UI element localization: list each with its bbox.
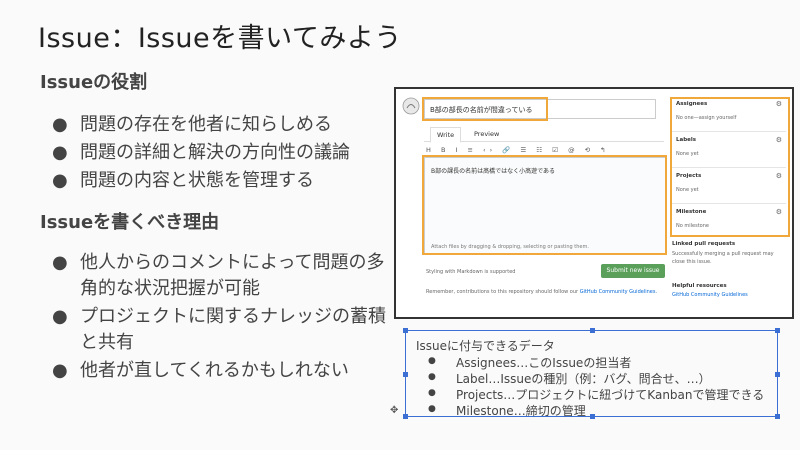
sidebar-linked-prs: Linked pull requests Successfully mergin… bbox=[672, 241, 774, 265]
tab-preview[interactable]: Preview bbox=[468, 127, 505, 141]
guidelines-link[interactable]: GitHub Community Guidelines. bbox=[580, 289, 657, 295]
remember-note: Remember, contributions to this reposito… bbox=[426, 289, 658, 295]
highlight-title bbox=[422, 97, 548, 121]
helpful-link[interactable]: GitHub Community Guidelines bbox=[672, 292, 786, 298]
highlight-sidebar bbox=[670, 97, 790, 237]
slide-title: Issue：Issueを書いてみよう bbox=[38, 23, 402, 54]
section-heading-reason: Issueを書くべき理由 bbox=[40, 212, 220, 233]
move-handle-icon[interactable]: ✥ bbox=[390, 405, 398, 416]
resize-handle[interactable] bbox=[775, 328, 780, 333]
resize-handle[interactable] bbox=[590, 328, 595, 333]
github-issue-screenshot: B部の部長の名前が間違っている Write Preview H B I ≡ ‹›… bbox=[394, 87, 794, 319]
resize-handle[interactable] bbox=[775, 372, 780, 377]
editor-tabs: Write Preview bbox=[424, 127, 664, 143]
markdown-note: Styling with Markdown is supported bbox=[426, 269, 516, 275]
sidebar-helpful: Helpful resources GitHub Community Guide… bbox=[672, 283, 786, 298]
selected-text-box[interactable]: Issueに付与できるデータ ● Assignees…このIssueの担当者 ●… bbox=[403, 328, 780, 419]
resize-handle[interactable] bbox=[590, 414, 595, 419]
resize-handle[interactable] bbox=[403, 372, 408, 377]
avatar-icon bbox=[402, 97, 420, 115]
tab-write[interactable]: Write bbox=[430, 127, 462, 143]
submit-issue-button[interactable]: Submit new issue bbox=[601, 264, 665, 278]
section-heading-role: Issueの役割 bbox=[40, 72, 148, 93]
slide: Issue：Issueを書いてみよう Issueの役割 ● 問題の存在を他者に知… bbox=[0, 0, 800, 450]
resize-handle[interactable] bbox=[403, 414, 408, 419]
resize-handle[interactable] bbox=[775, 414, 780, 419]
textbox-caption: Issueに付与できるデータ bbox=[416, 339, 555, 353]
highlight-body bbox=[422, 155, 667, 255]
resize-handle[interactable] bbox=[403, 328, 408, 333]
